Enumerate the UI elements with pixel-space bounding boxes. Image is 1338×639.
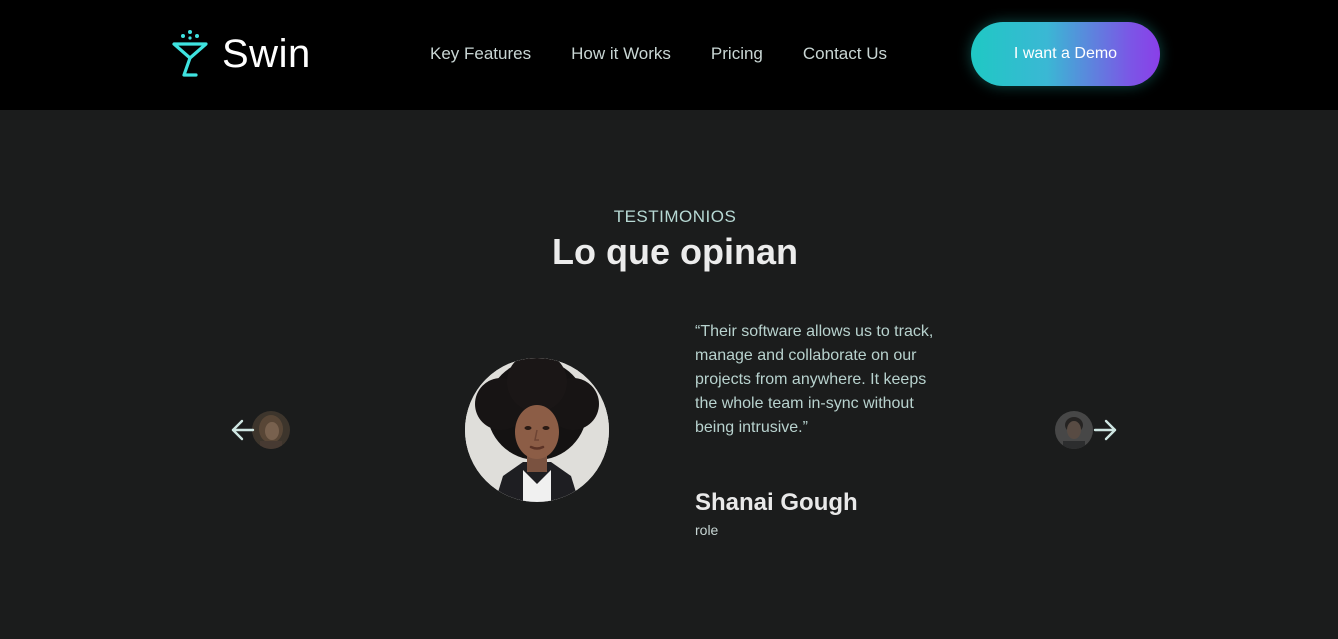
testimonial-avatar [465,358,609,502]
next-testimonial-avatar[interactable] [1055,411,1093,449]
person-photo-icon [1055,411,1093,449]
cocktail-glass-logo-icon [172,30,208,77]
nav-key-features[interactable]: Key Features [430,42,531,66]
brand-name: Swin [222,32,311,76]
arrow-left-icon [231,419,255,441]
testimonial-author-role: role [695,522,719,538]
next-testimonial-button[interactable] [1090,415,1120,445]
nav-contact-us[interactable]: Contact Us [803,42,887,66]
section-title: Lo que opinan [552,231,798,272]
arrow-right-icon [1093,419,1117,441]
testimonial-quote: “Their software allows us to track, mana… [695,323,934,436]
section-eyebrow: TESTIMONIOS [613,207,737,226]
nav-how-it-works[interactable]: How it Works [571,42,671,66]
person-photo-icon [465,358,609,502]
site-header: Swin Key Features How it Works Pricing C… [0,0,1338,110]
nav-pricing[interactable]: Pricing [711,42,763,66]
testimonial-author-name: Shanai Gough [695,489,858,516]
logo-link[interactable]: Swin [170,28,311,80]
request-demo-button[interactable]: I want a Demo [971,22,1160,86]
main-nav: Key Features How it Works Pricing Contac… [430,42,887,66]
prev-testimonial-button[interactable] [228,415,258,445]
